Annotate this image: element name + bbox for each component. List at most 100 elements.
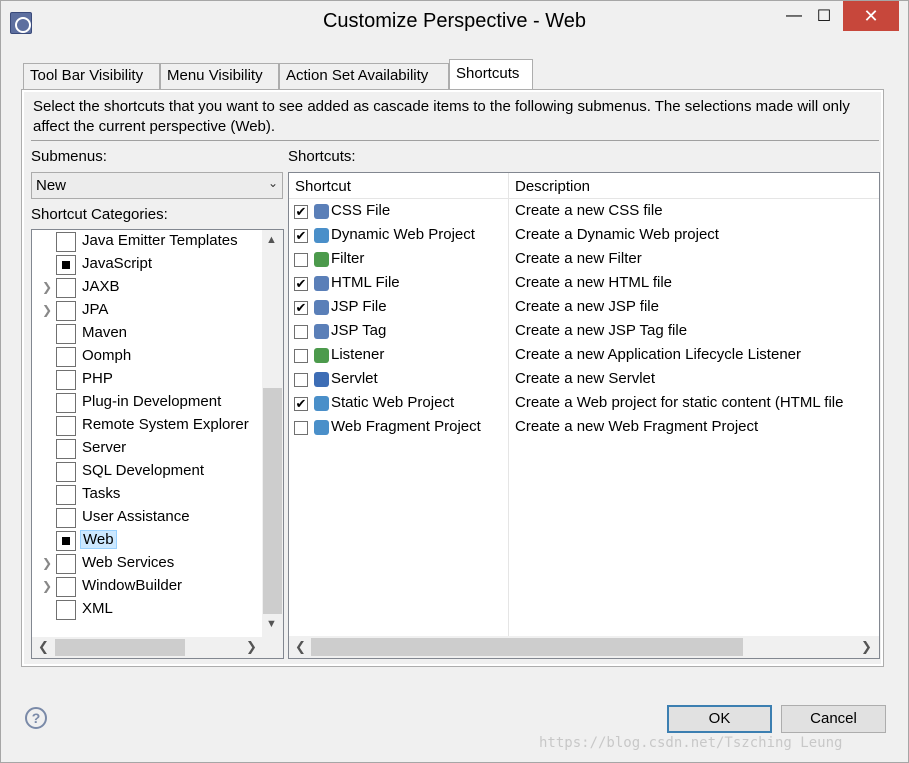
scroll-right-icon[interactable]: ❯ [246, 639, 257, 655]
category-checkbox[interactable] [56, 416, 76, 436]
shortcut-row[interactable]: JSP Tag Create a new JSP Tag file [289, 320, 879, 344]
category-row[interactable]: ❯ JPA [32, 300, 262, 323]
category-label[interactable]: Oomph [80, 347, 133, 364]
category-label[interactable]: Web [80, 530, 117, 549]
category-label[interactable]: Server [80, 439, 128, 456]
ok-button[interactable]: OK [667, 705, 772, 733]
category-checkbox[interactable] [56, 600, 76, 620]
category-row[interactable]: Tasks [32, 484, 262, 507]
shortcut-row[interactable]: ✔ CSS File Create a new CSS file [289, 200, 879, 224]
category-row[interactable]: Java Emitter Templates [32, 231, 262, 254]
category-checkbox[interactable] [56, 531, 76, 551]
category-row[interactable]: JavaScript [32, 254, 262, 277]
tab-tool-bar-visibility[interactable]: Tool Bar Visibility [23, 63, 160, 89]
maximize-button[interactable]: ☐ [801, 1, 847, 31]
shortcut-row[interactable]: Listener Create a new Application Lifecyc… [289, 344, 879, 368]
cancel-button[interactable]: Cancel [781, 705, 886, 733]
categories-vertical-scrollbar[interactable]: ▲ ▼ [262, 230, 283, 637]
category-checkbox[interactable] [56, 485, 76, 505]
shortcut-row[interactable]: Filter Create a new Filter [289, 248, 879, 272]
category-checkbox[interactable] [56, 324, 76, 344]
category-checkbox[interactable] [56, 301, 76, 321]
title-bar[interactable]: Customize Perspective - Web — ☐ ✕ [1, 1, 908, 43]
category-label[interactable]: JPA [80, 301, 110, 318]
category-label[interactable]: Web Services [80, 554, 176, 571]
category-label[interactable]: WindowBuilder [80, 577, 184, 594]
category-label[interactable]: JavaScript [80, 255, 154, 272]
category-label[interactable]: User Assistance [80, 508, 192, 525]
scroll-right-icon[interactable]: ❯ [861, 639, 872, 655]
category-checkbox[interactable] [56, 462, 76, 482]
category-label[interactable]: Java Emitter Templates [80, 232, 240, 249]
shortcut-row[interactable]: ✔ JSP File Create a new JSP file [289, 296, 879, 320]
column-header-shortcut[interactable]: Shortcut [289, 173, 508, 199]
help-icon[interactable]: ? [25, 707, 47, 729]
shortcut-checkbox[interactable] [294, 253, 308, 267]
category-row[interactable]: ❯ WindowBuilder [32, 576, 262, 599]
category-row[interactable]: Plug-in Development [32, 392, 262, 415]
shortcut-row[interactable]: Web Fragment Project Create a new Web Fra… [289, 416, 879, 440]
shortcut-checkbox[interactable]: ✔ [294, 397, 308, 411]
expand-chevron-icon[interactable]: ❯ [42, 303, 52, 317]
shortcut-categories-tree[interactable]: XML ❯ WindowBuilder ❯ Web Services Web User As… [31, 229, 284, 659]
category-label[interactable]: Tasks [80, 485, 122, 502]
category-row[interactable]: User Assistance [32, 507, 262, 530]
category-row[interactable]: Maven [32, 323, 262, 346]
scroll-down-icon[interactable]: ▼ [266, 618, 277, 630]
shortcut-checkbox[interactable]: ✔ [294, 277, 308, 291]
category-checkbox[interactable] [56, 577, 76, 597]
shortcut-checkbox[interactable]: ✔ [294, 229, 308, 243]
shortcut-checkbox[interactable] [294, 421, 308, 435]
category-label[interactable]: SQL Development [80, 462, 206, 479]
category-label[interactable]: JAXB [80, 278, 122, 295]
shortcut-checkbox[interactable]: ✔ [294, 205, 308, 219]
shortcuts-table[interactable]: Shortcut Description ❮ ❯ ✔ CSS File Create… [288, 172, 880, 659]
scroll-up-icon[interactable]: ▲ [266, 234, 277, 246]
categories-horizontal-scrollbar[interactable]: ❮ ❯ [32, 637, 283, 658]
category-row[interactable]: ❯ Web Services [32, 553, 262, 576]
category-checkbox[interactable] [56, 554, 76, 574]
scrollbar-thumb[interactable] [311, 638, 743, 656]
category-row[interactable]: Web [32, 530, 262, 553]
category-checkbox[interactable] [56, 347, 76, 367]
category-checkbox[interactable] [56, 232, 76, 252]
category-checkbox[interactable] [56, 370, 76, 390]
category-label[interactable]: Plug-in Development [80, 393, 223, 410]
shortcut-row[interactable]: Servlet Create a new Servlet [289, 368, 879, 392]
category-row[interactable]: XML [32, 599, 262, 622]
column-header-description[interactable]: Description [509, 173, 879, 199]
scroll-left-icon[interactable]: ❮ [38, 639, 49, 655]
category-checkbox[interactable] [56, 255, 76, 275]
submenus-dropdown[interactable]: New ⌄ [31, 172, 283, 199]
category-row[interactable]: PHP [32, 369, 262, 392]
tab-menu-visibility[interactable]: Menu Visibility [160, 63, 279, 89]
category-checkbox[interactable] [56, 393, 76, 413]
category-row[interactable]: Server [32, 438, 262, 461]
close-button[interactable]: ✕ [843, 1, 899, 31]
shortcut-checkbox[interactable] [294, 373, 308, 387]
shortcut-row[interactable]: ✔ Static Web Project Create a Web project … [289, 392, 879, 416]
shortcuts-horizontal-scrollbar[interactable]: ❮ ❯ [289, 636, 879, 658]
shortcut-row[interactable]: ✔ HTML File Create a new HTML file [289, 272, 879, 296]
category-row[interactable]: ❯ JAXB [32, 277, 262, 300]
shortcut-row[interactable]: ✔ Dynamic Web Project Create a Dynamic Web… [289, 224, 879, 248]
tab-shortcuts[interactable]: Shortcuts [449, 59, 533, 90]
tab-action-set-availability[interactable]: Action Set Availability [279, 63, 449, 89]
scroll-left-icon[interactable]: ❮ [295, 639, 306, 655]
category-row[interactable]: SQL Development [32, 461, 262, 484]
category-checkbox[interactable] [56, 508, 76, 528]
expand-chevron-icon[interactable]: ❯ [42, 579, 52, 593]
category-label[interactable]: Remote System Explorer [80, 416, 251, 433]
category-label[interactable]: Maven [80, 324, 129, 341]
category-checkbox[interactable] [56, 439, 76, 459]
category-row[interactable]: Oomph [32, 346, 262, 369]
shortcut-checkbox[interactable] [294, 325, 308, 339]
category-row[interactable]: Remote System Explorer [32, 415, 262, 438]
expand-chevron-icon[interactable]: ❯ [42, 280, 52, 294]
category-label[interactable]: PHP [80, 370, 115, 387]
scrollbar-thumb[interactable] [263, 388, 282, 614]
shortcut-checkbox[interactable] [294, 349, 308, 363]
scrollbar-thumb[interactable] [55, 639, 185, 656]
expand-chevron-icon[interactable]: ❯ [42, 556, 52, 570]
category-checkbox[interactable] [56, 278, 76, 298]
